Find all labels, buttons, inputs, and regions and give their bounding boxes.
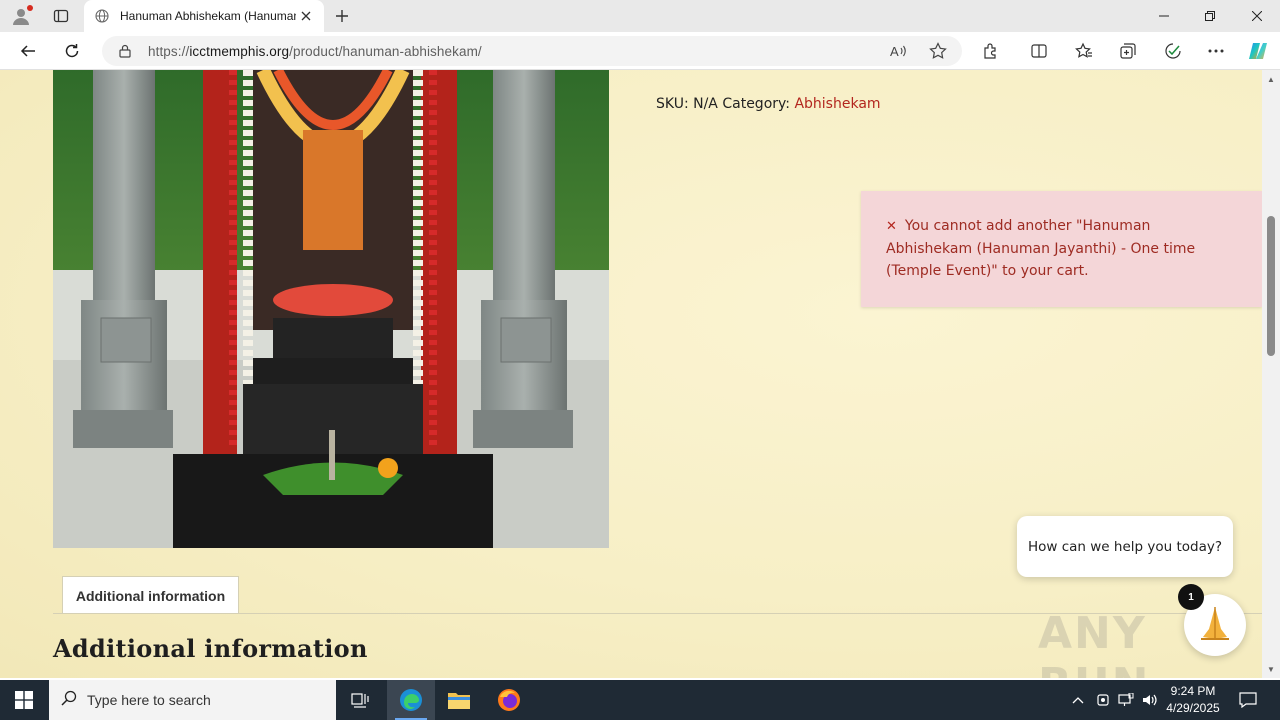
vertical-scrollbar[interactable]: ▲ ▼	[1262, 70, 1280, 678]
section-heading: Additional information	[53, 634, 368, 663]
sku-label: SKU:	[656, 96, 689, 112]
scroll-thumb[interactable]	[1267, 216, 1275, 356]
category-link[interactable]: Abhishekam	[794, 96, 880, 112]
read-aloud-icon[interactable]: A	[888, 41, 910, 61]
back-icon[interactable]	[14, 38, 42, 64]
tab-additional-information[interactable]: Additional information	[62, 576, 239, 614]
chat-badge: 1	[1178, 584, 1204, 610]
edge-taskbar-icon[interactable]	[387, 680, 435, 720]
address-toolbar: https://icctmemphis.org/product/hanuman-…	[0, 32, 1280, 70]
collections-icon[interactable]	[1116, 40, 1140, 62]
file-explorer-icon[interactable]	[435, 680, 483, 720]
globe-icon	[94, 8, 110, 24]
namaste-hands-icon	[1195, 603, 1235, 648]
restore-icon[interactable]	[1187, 0, 1233, 32]
search-icon	[61, 690, 77, 711]
favorites-icon[interactable]	[1072, 40, 1096, 62]
scroll-up-icon[interactable]: ▲	[1262, 72, 1280, 86]
system-clock[interactable]: 9:24 PM 4/29/2025	[1160, 683, 1226, 717]
clock-time: 9:24 PM	[1170, 684, 1216, 698]
product-image[interactable]	[53, 70, 609, 548]
sku-value: N/A	[693, 96, 718, 112]
browser-tab[interactable]: Hanuman Abhishekam (Hanuman	[84, 0, 324, 32]
clock-date: 4/29/2025	[1166, 701, 1220, 715]
tab-actions-icon[interactable]	[48, 4, 74, 28]
notice-message-block: ✕ You cannot add another "Hanuman Abhishe…	[886, 215, 1232, 282]
firefox-icon[interactable]	[485, 680, 533, 720]
copilot-icon[interactable]	[1246, 40, 1270, 62]
error-notice: ✕ You cannot add another "Hanuman Abhishe…	[861, 191, 1262, 307]
taskbar-search[interactable]: Type here to search	[49, 680, 336, 720]
scroll-down-icon[interactable]: ▼	[1262, 662, 1280, 676]
network-icon[interactable]	[1116, 690, 1136, 710]
browser-essentials-icon[interactable]	[1161, 40, 1185, 62]
task-view-icon[interactable]	[336, 680, 384, 720]
lock-icon[interactable]	[118, 43, 132, 59]
product-meta: SKU: N/A Category: Abhishekam	[656, 96, 881, 112]
page-content: SKU: N/A Category: Abhishekam ✕ You canno…	[0, 70, 1262, 678]
volume-icon[interactable]	[1140, 690, 1160, 710]
windows-start-icon[interactable]	[0, 680, 48, 720]
new-tab-icon[interactable]	[330, 4, 354, 28]
close-tab-icon[interactable]	[298, 8, 314, 24]
notifications-icon[interactable]	[1238, 690, 1258, 710]
chat-prompt[interactable]: How can we help you today?	[1017, 516, 1233, 577]
profile-icon[interactable]	[8, 4, 34, 28]
url-text: https://icctmemphis.org/product/hanuman-…	[148, 43, 482, 59]
refresh-icon[interactable]	[58, 38, 86, 64]
url-field[interactable]: https://icctmemphis.org/product/hanuman-…	[102, 36, 962, 66]
svg-text:A: A	[890, 44, 899, 59]
device-icon[interactable]	[1093, 690, 1113, 710]
split-screen-icon[interactable]	[1027, 40, 1051, 62]
tab-bar: Hanuman Abhishekam (Hanuman	[0, 0, 1280, 32]
more-options-icon[interactable]	[1204, 40, 1228, 62]
extensions-icon[interactable]	[979, 40, 1003, 62]
taskbar: Type here to search 9:24 PM 4/29/2025	[0, 680, 1280, 720]
notice-message: You cannot add another "Hanuman Abhishek…	[886, 218, 1196, 279]
favorite-star-icon[interactable]	[927, 41, 949, 61]
show-hidden-icons[interactable]	[1068, 690, 1088, 710]
tab-title: Hanuman Abhishekam (Hanuman	[120, 9, 296, 23]
category-label: Category:	[722, 96, 790, 112]
close-icon: ✕	[886, 219, 897, 234]
minimize-icon[interactable]	[1141, 0, 1187, 32]
search-placeholder: Type here to search	[87, 692, 211, 708]
close-window-icon[interactable]	[1234, 0, 1280, 32]
